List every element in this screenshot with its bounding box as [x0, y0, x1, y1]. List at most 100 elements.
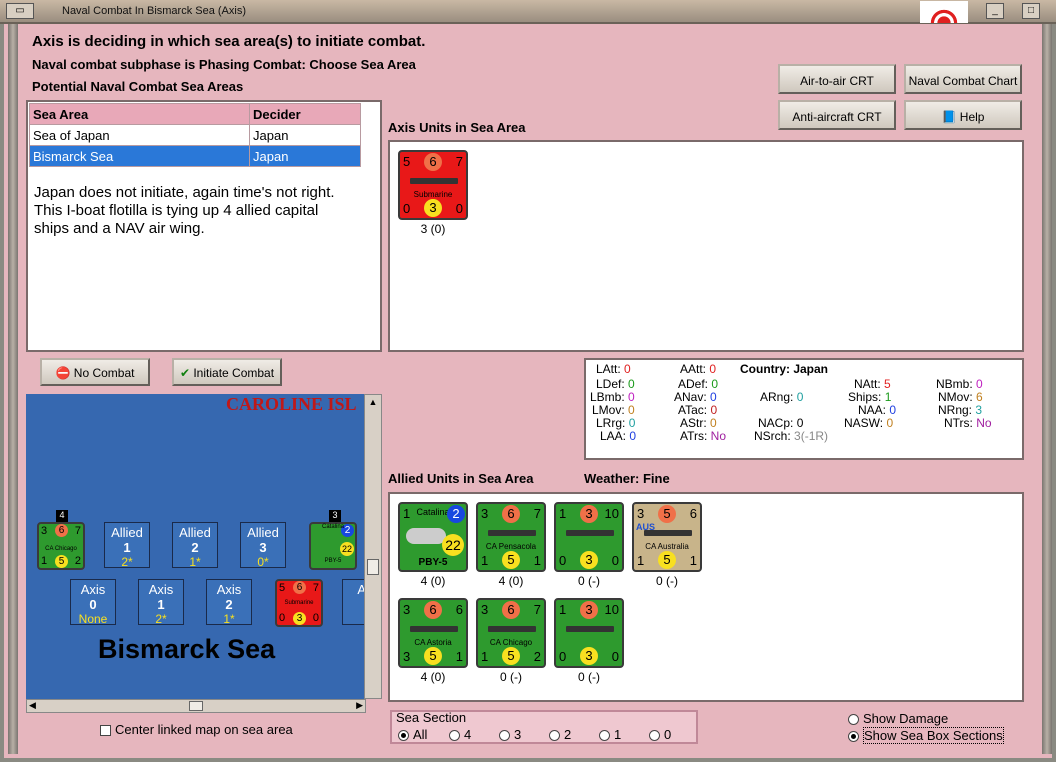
system-menu-button[interactable]: ▭: [6, 3, 34, 19]
stat-value: 0: [709, 362, 717, 376]
show-sections-option[interactable]: Show Sea Box Sections: [848, 727, 1004, 744]
allied-unit-counter[interactable]: 3 5 6 AUS CA Australia 1 5 1: [632, 502, 702, 572]
unit-stats-panel: LAtt: 0 AAtt: 0 Country: Japan LDef: 0 A…: [584, 358, 1024, 460]
allied-unit-counter[interactable]: 3 6 6 CA Astoria 3 5 1: [398, 598, 468, 668]
map-vertical-scrollbar[interactable]: ▲: [364, 394, 382, 699]
scroll-thumb[interactable]: [367, 559, 379, 575]
weather-label: Weather: Fine: [584, 471, 670, 486]
no-combat-button[interactable]: ⛔ No Combat: [40, 358, 150, 386]
air-to-air-crt-button[interactable]: Air-to-air CRT: [778, 64, 896, 94]
help-label: Help: [959, 110, 985, 124]
initiate-combat-button[interactable]: ✔ Initiate Combat: [172, 358, 282, 386]
allied-box-1[interactable]: Allied 1 2*: [104, 522, 150, 569]
stat-top-mid: 6: [55, 524, 68, 537]
radio-all[interactable]: All: [398, 727, 427, 742]
radio-button[interactable]: [848, 714, 859, 726]
radio-1[interactable]: 1: [599, 727, 621, 742]
stat-bottom-mid: 3: [580, 551, 598, 569]
unit-caption: 4 (0): [420, 574, 446, 588]
allied-box-3[interactable]: Allied 3 0*: [240, 522, 286, 569]
map-counter-submarine[interactable]: 5 6 7 Submarine 0 3 0: [275, 579, 323, 627]
map-horizontal-scrollbar[interactable]: ◀ ▶: [26, 699, 366, 713]
radio-button[interactable]: [848, 731, 859, 743]
stat-top-right: 6: [689, 506, 697, 521]
radio-4[interactable]: 4: [449, 727, 471, 742]
stat-value: 0: [796, 416, 804, 430]
axis-box-1[interactable]: Axis 1 2*: [138, 579, 184, 626]
unit-name: Submarine: [284, 600, 314, 606]
no-combat-label: No Combat: [73, 366, 135, 380]
stat-label: NTrs:: [944, 416, 973, 430]
axis-box-2[interactable]: Axis 2 1*: [206, 579, 252, 626]
map-view[interactable]: CAROLINE ISL Bismarck Sea 4 3 6 7 CA Chi…: [26, 394, 382, 699]
stat-label: LBmb:: [590, 390, 625, 404]
unit-name: CA Chicago: [489, 638, 533, 647]
radio-button[interactable]: [499, 730, 510, 742]
anti-aircraft-crt-button[interactable]: Anti-aircraft CRT: [778, 100, 896, 130]
col-sea-area[interactable]: Sea Area: [29, 103, 250, 125]
table-row[interactable]: Sea of Japan Japan: [29, 124, 361, 146]
stat-label: NASW:: [844, 416, 884, 430]
scroll-thumb[interactable]: [189, 701, 203, 711]
allied-unit-counter[interactable]: 1 3 10 0 3 0: [554, 502, 624, 572]
allied-unit-counter[interactable]: 3 6 7 CA Chicago 1 5 2: [476, 598, 546, 668]
stat-bottom-right: 2: [74, 555, 81, 567]
stack-count: 4: [56, 510, 68, 522]
radio-button[interactable]: [398, 730, 409, 742]
box-number: 1: [157, 597, 165, 612]
center-map-checkbox[interactable]: Center linked map on sea area: [100, 722, 293, 737]
stat-value: 5: [884, 377, 891, 391]
stat-bottom-left: 1: [41, 555, 48, 567]
allied-unit-counter[interactable]: 3 6 7 CA Pensacola 1 5 1: [476, 502, 546, 572]
stat-label: ARng:: [760, 390, 794, 404]
radio-label: 3: [514, 727, 522, 742]
help-button[interactable]: 📘 Help: [904, 100, 1022, 130]
allied-unit-counter[interactable]: 1 3 10 0 3 0: [554, 598, 624, 668]
box-number: 1: [123, 540, 131, 555]
stat-top-right: 2: [447, 505, 465, 523]
map-counter-pby5[interactable]: 2 Catalina PBY-5 22: [309, 522, 357, 570]
no-entry-icon: ⛔: [55, 366, 71, 380]
unit-counter-submarine[interactable]: 5 6 7 Submarine 0 3 0: [398, 150, 468, 220]
map-counter-ca-chicago[interactable]: 3 6 7 CA Chicago 1 5 2: [37, 522, 85, 570]
table-row-selected[interactable]: Bismarck Sea Japan: [29, 145, 361, 167]
unit-caption: 0 (-): [656, 574, 678, 588]
unit-name: CA Chicago: [45, 546, 77, 552]
radio-button[interactable]: [649, 730, 660, 742]
window-title: Naval Combat In Bismarck Sea (Axis): [62, 5, 246, 17]
radio-button[interactable]: [549, 730, 560, 742]
col-decider[interactable]: Decider: [249, 103, 361, 125]
stat-bottom-right: 0: [611, 649, 619, 664]
ship-silhouette-icon: [488, 530, 536, 536]
scroll-left-icon[interactable]: ◀: [29, 700, 36, 711]
allied-box-2[interactable]: Allied 2 1*: [172, 522, 218, 569]
scroll-right-icon[interactable]: ▶: [356, 700, 363, 711]
radio-button[interactable]: [599, 730, 610, 742]
radio-2[interactable]: 2: [549, 727, 571, 742]
radio-0[interactable]: 0: [649, 727, 671, 742]
sea-area-table: Sea Area Decider Sea of Japan Japan Bismar…: [29, 103, 361, 167]
checkbox-box[interactable]: [100, 725, 111, 737]
radio-button[interactable]: [449, 730, 460, 742]
rising-sun-flag-icon: [920, 1, 968, 23]
stat-value: 0: [976, 377, 983, 391]
stat-value: No: [976, 416, 992, 430]
title-bar: ▭ Naval Combat In Bismarck Sea (Axis) _ …: [0, 0, 1056, 24]
unit-name: CA Astoria: [414, 638, 452, 647]
radio-3[interactable]: 3: [499, 727, 521, 742]
naval-combat-chart-button[interactable]: Naval Combat Chart: [904, 64, 1022, 94]
ship-silhouette-icon: [566, 626, 614, 632]
stat-top-left: 1: [559, 506, 567, 521]
stat-label: LDef:: [596, 377, 625, 391]
stat-top-left: 1: [559, 602, 567, 617]
maximize-button[interactable]: □: [1022, 3, 1040, 19]
stat-top-mid: 6: [424, 601, 442, 619]
stat-value: 0: [886, 416, 894, 430]
scroll-up-icon[interactable]: ▲: [367, 397, 379, 409]
allied-unit-counter[interactable]: 1 Catalina 2 22 PBY-5: [398, 502, 468, 572]
unit-caption: 0 (-): [578, 670, 600, 684]
show-damage-option[interactable]: Show Damage: [848, 711, 948, 726]
unit-caption: 0 (-): [500, 670, 522, 684]
minimize-button[interactable]: _: [986, 3, 1004, 19]
axis-box-0[interactable]: Axis 0 None: [70, 579, 116, 626]
